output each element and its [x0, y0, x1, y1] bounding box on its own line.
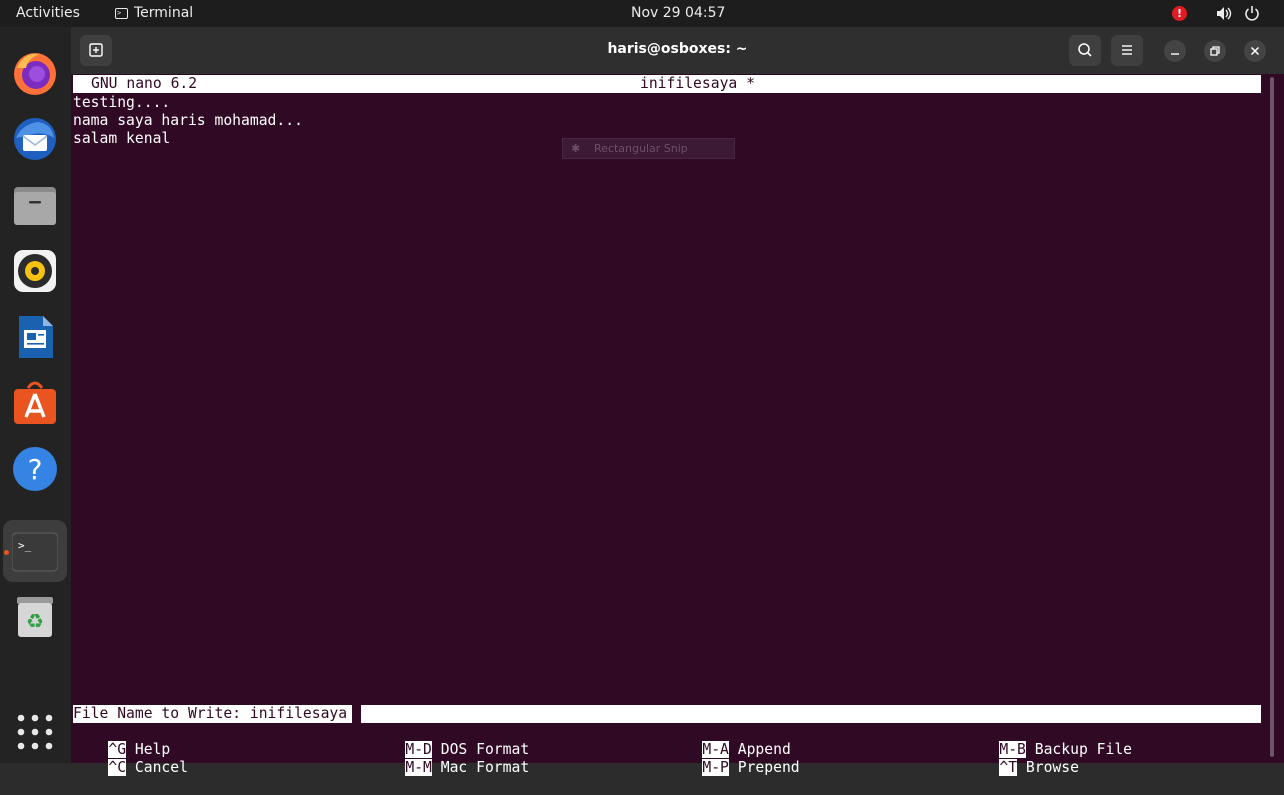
- dock: ? >_ ♻: [0, 27, 71, 763]
- volume-icon[interactable]: [1216, 6, 1232, 21]
- terminal-dock-icon[interactable]: >_: [12, 529, 58, 575]
- rectangular-snip-overlay: ✱ Rectangular Snip: [562, 138, 735, 159]
- nano-version: GNU nano 6.2: [91, 75, 198, 92]
- filename-prompt-text[interactable]: File Name to Write: inifilesaya: [73, 705, 347, 723]
- shortcut-browse: ^T Browse: [964, 741, 1079, 795]
- thunderbird-icon[interactable]: [12, 116, 58, 162]
- clock[interactable]: Nov 29 04:57: [631, 5, 725, 21]
- show-applications-icon[interactable]: [12, 709, 58, 755]
- menu-button[interactable]: [1111, 35, 1143, 66]
- shortcut-label: Cancel: [126, 759, 188, 776]
- svg-text:?: ?: [28, 453, 43, 486]
- buffer-line[interactable]: salam kenal: [73, 130, 170, 148]
- close-icon: [1250, 46, 1260, 56]
- minimize-icon: [1171, 53, 1179, 55]
- svg-text:>_: >_: [18, 539, 32, 552]
- app-menu[interactable]: > Terminal: [115, 5, 193, 21]
- nano-filename: inifilesaya *: [640, 75, 755, 92]
- terminal-app-icon: >: [115, 7, 128, 19]
- shortcut-key: ^C: [108, 759, 127, 776]
- running-indicator: [4, 550, 9, 555]
- filename-prompt[interactable]: File Name to Write: inifilesaya: [73, 705, 1261, 723]
- buffer-line[interactable]: nama saya haris mohamad...: [73, 112, 303, 130]
- search-icon: [1078, 43, 1092, 57]
- window-title: haris@osboxes: ~: [607, 41, 748, 57]
- close-button[interactable]: [1244, 40, 1266, 62]
- app-menu-label: Terminal: [134, 5, 194, 21]
- shortcut-prepend: M-P Prepend: [667, 741, 800, 795]
- restore-icon: [1210, 46, 1220, 56]
- ubuntu-software-icon[interactable]: [12, 380, 58, 426]
- top-bar: Activities > Terminal Nov 29 04:57 !: [0, 0, 1284, 27]
- rhythmbox-icon[interactable]: [12, 248, 58, 294]
- shortcut-cancel: ^C Cancel: [73, 741, 188, 795]
- trash-icon[interactable]: ♻: [12, 593, 58, 639]
- maximize-button[interactable]: [1204, 40, 1226, 62]
- shortcut-mac-format: M-M Mac Format: [370, 741, 529, 795]
- minimize-button[interactable]: [1164, 40, 1186, 62]
- help-icon[interactable]: ?: [12, 446, 58, 492]
- search-button[interactable]: [1069, 35, 1101, 66]
- alert-icon[interactable]: !: [1172, 6, 1187, 21]
- power-icon[interactable]: [1244, 5, 1260, 21]
- shortcut-key: ^T: [999, 759, 1018, 776]
- window-headerbar: haris@osboxes: ~: [71, 27, 1284, 74]
- libreoffice-writer-icon[interactable]: [12, 314, 58, 360]
- hamburger-icon: [1122, 45, 1132, 55]
- cursor: [352, 705, 361, 723]
- shortcut-label: Prepend: [728, 759, 800, 776]
- files-icon[interactable]: [12, 182, 58, 228]
- snip-icon: ✱: [571, 142, 581, 155]
- buffer-line[interactable]: testing....: [73, 94, 170, 112]
- snip-label: Rectangular Snip: [594, 142, 688, 155]
- shortcut-label: Browse: [1017, 759, 1079, 776]
- terminal-scrollbar[interactable]: [1270, 77, 1274, 757]
- nano-title-bar: GNU nano 6.2 inifilesaya *: [73, 75, 1261, 93]
- shortcut-key: M-P: [702, 759, 729, 776]
- svg-text:♻: ♻: [26, 609, 44, 633]
- shortcut-key: M-M: [405, 759, 432, 776]
- terminal-window: haris@osboxes: ~ GNU nano 6.2 inifilesay…: [71, 27, 1284, 776]
- activities-button[interactable]: Activities: [16, 5, 80, 21]
- firefox-icon[interactable]: [12, 50, 58, 96]
- shortcut-label: Mac Format: [431, 759, 530, 776]
